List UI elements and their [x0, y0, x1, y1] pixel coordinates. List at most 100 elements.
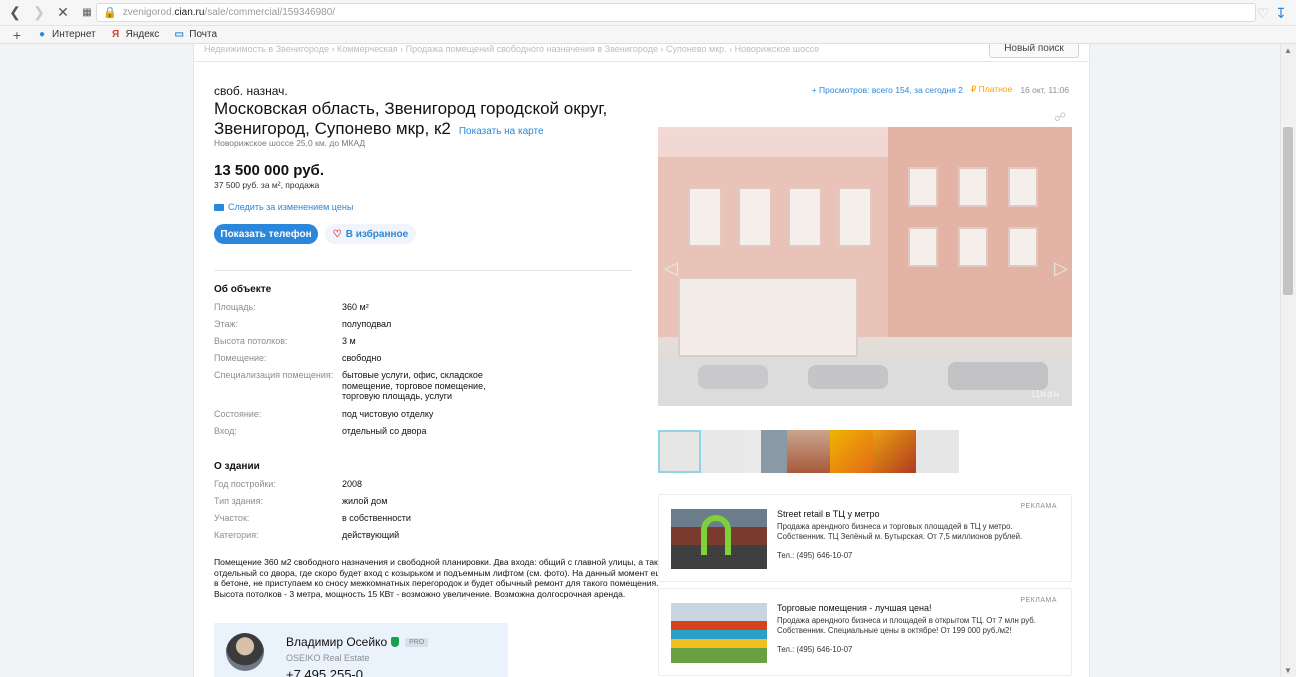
stop-icon[interactable]: ✕	[54, 4, 72, 22]
scroll-up-icon[interactable]: ▲	[1284, 46, 1292, 55]
thumbnail[interactable]	[830, 430, 873, 473]
bookmark-mail[interactable]: ▭ Почта	[173, 29, 218, 41]
prop-value: отдельный со двора	[342, 426, 427, 436]
prop-value: бытовые услуги, офис, складское помещени…	[342, 370, 486, 401]
views-text: Просмотров: всего 154, за сегодня 2	[819, 84, 963, 95]
lock-icon: 🔒	[103, 7, 117, 19]
section-title-object: Об объекте	[214, 284, 272, 295]
prop-value: жилой дом	[342, 496, 388, 506]
prop-label: Высота потолков:	[214, 336, 288, 346]
bookmark-yandex[interactable]: Я Яндекс	[110, 29, 160, 41]
verified-badge-icon	[391, 637, 400, 647]
photo-watermark: Циан	[1031, 389, 1060, 400]
ad-phone: Тел.: (495) 646-10-07	[777, 551, 853, 560]
scroll-down-icon[interactable]: ▼	[1284, 666, 1292, 675]
mail-icon: ▭	[174, 29, 184, 40]
divider	[194, 61, 1089, 62]
pro-badge: PRO	[405, 637, 429, 647]
prop-label: Категория:	[214, 530, 259, 540]
paid-badge: ₽ Платное	[970, 84, 1013, 94]
section-title-building: О здании	[214, 461, 260, 472]
prop-value: свободно	[342, 353, 382, 363]
thumbnail[interactable]	[701, 430, 744, 473]
photo-next-icon[interactable]: ▷	[1054, 258, 1068, 278]
download-icon[interactable]: ↧	[1272, 4, 1290, 22]
watch-price-label: Следить за изменением цены	[228, 202, 354, 212]
add-favorite-button[interactable]: ♡ В избранное	[325, 224, 416, 244]
listing-type: своб. назнач.	[214, 84, 288, 98]
prop-label: Состояние:	[214, 409, 262, 419]
thumbnail[interactable]	[787, 430, 830, 473]
prop-label: Площадь:	[214, 302, 256, 312]
prop-value: 3 м	[342, 336, 356, 346]
prop-label: Вход:	[214, 426, 237, 436]
show-phone-button[interactable]: Показать телефон	[214, 224, 318, 244]
bookmark-label: Интернет	[52, 29, 96, 40]
prop-label: Специализация помещения:	[214, 370, 334, 380]
bookmarks-bar: + ● Интернет Я Яндекс ▭ Почта	[0, 26, 1296, 44]
photo-thumbnails	[658, 430, 959, 473]
prop-label: Год постройки:	[214, 479, 276, 489]
ad-image	[671, 603, 767, 663]
prop-value: 360 м²	[342, 302, 369, 312]
ad-label: РЕКЛАМА	[1020, 597, 1057, 604]
thumbnail[interactable]	[658, 430, 701, 473]
share-icon[interactable]: ☍	[1054, 110, 1066, 124]
prop-label: Тип здания:	[214, 496, 264, 506]
price-per-meter: 37 500 руб. за м², продажа	[214, 180, 320, 190]
globe-icon: ●	[38, 29, 46, 40]
prop-label: Помещение:	[214, 353, 267, 363]
heart-icon: ♡	[332, 228, 342, 240]
forward-icon[interactable]: ❯	[30, 4, 48, 22]
views-link[interactable]: + Просмотров: всего 154, за сегодня 2	[812, 85, 963, 95]
bookmark-label: Почта	[189, 29, 218, 40]
thumbnail[interactable]	[744, 430, 787, 473]
main-photo[interactable]: Циан	[658, 127, 1072, 406]
yandex-icon: Я	[112, 29, 120, 40]
ad-phone: Тел.: (495) 646-10-07	[777, 645, 853, 654]
agent-card: Владимир Осейко PRO OSEIKO Real Estate +…	[214, 623, 508, 677]
breadcrumb[interactable]: Недвижимость в Звенигороде › Коммерческа…	[204, 44, 819, 54]
back-icon[interactable]: ❮	[6, 4, 24, 22]
avatar[interactable]	[226, 633, 264, 671]
ad-title[interactable]: Street retail в ТЦ у метро	[777, 509, 880, 519]
prop-value: действующий	[342, 530, 400, 540]
watch-price-link[interactable]: Следить за изменением цены	[214, 202, 353, 212]
address-line-1: Московская область, Звенигород городской…	[214, 99, 608, 118]
show-on-map-link[interactable]: Показать на карте	[459, 126, 544, 137]
prop-label: Этаж:	[214, 319, 239, 329]
prop-value: полуподвал	[342, 319, 392, 329]
browser-toolbar: ❮ ❯ ✕ ▦ 🔒 zvenigorod. cian.ru/sale/commer…	[0, 0, 1296, 26]
add-tab-icon[interactable]: +	[8, 26, 26, 44]
photo-prev-icon[interactable]: ◁	[664, 258, 678, 278]
url-path: /sale/commercial/159346980/	[204, 7, 336, 18]
bookmark-internet[interactable]: ● Интернет	[36, 29, 96, 41]
address-bar[interactable]: 🔒 zvenigorod. cian.ru/sale/commercial/159…	[96, 3, 1256, 22]
scrollbar[interactable]: ▲ ▼	[1280, 44, 1296, 677]
thumbnail[interactable]	[873, 430, 916, 473]
new-search-button[interactable]: Новый поиск	[989, 44, 1079, 58]
listing-description: Помещение 360 м2 свободного назначения и…	[214, 557, 669, 599]
highway-distance: Новорижское шоссе 25,0 км. до МКАД	[214, 138, 366, 148]
ad-card[interactable]: РЕКЛАМА Торговые помещения - лучшая цена…	[658, 588, 1072, 676]
agent-phone[interactable]: +7 495 255-0...	[286, 667, 374, 677]
publish-date: 16 окт, 11:06	[1020, 84, 1069, 95]
thumbnail[interactable]	[916, 430, 959, 473]
paid-text: Платное	[978, 84, 1013, 94]
listing-address: Московская область, Звенигород городской…	[214, 99, 614, 142]
bookmark-heart-icon[interactable]: ♡	[1254, 4, 1272, 22]
ad-card[interactable]: РЕКЛАМА Street retail в ТЦ у метро Прода…	[658, 494, 1072, 582]
agent-name[interactable]: Владимир Осейко PRO	[286, 635, 429, 649]
listing-stats: + Просмотров: всего 154, за сегодня 2 ₽ …	[812, 84, 1069, 95]
ad-image	[671, 509, 767, 569]
scrollbar-thumb[interactable]	[1283, 127, 1293, 295]
address-line-2-text: Звенигород, Супонево мкр, к2	[214, 119, 451, 138]
bookmark-label: Яндекс	[125, 29, 160, 40]
price: 13 500 000 руб.	[214, 162, 324, 179]
prop-value: в собственности	[342, 513, 411, 523]
agent-name-text: Владимир Осейко	[286, 635, 388, 649]
ad-body: Продажа арендного бизнеса и площадей в о…	[777, 616, 1036, 635]
ad-title[interactable]: Торговые помещения - лучшая цена!	[777, 603, 931, 613]
tabs-grid-icon[interactable]: ▦	[78, 4, 96, 22]
prop-label: Участок:	[214, 513, 250, 523]
